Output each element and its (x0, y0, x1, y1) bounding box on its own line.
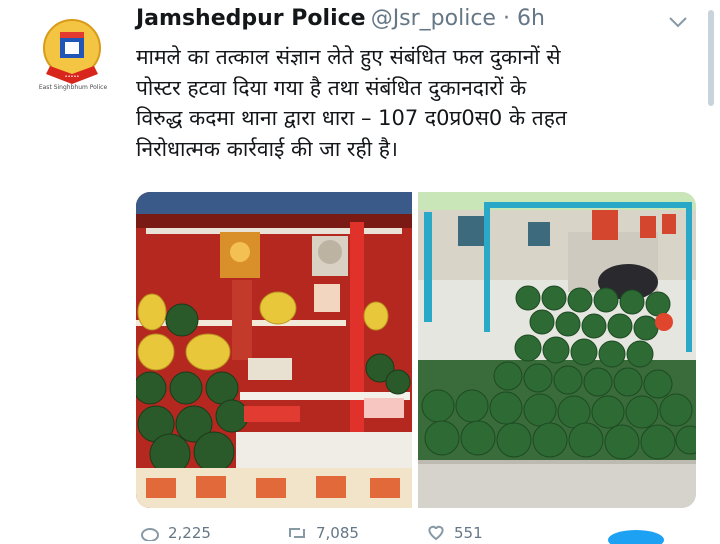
tweet-text-line: पोस्टर हटवा दिया गया है तथा संबंधित दुका… (136, 75, 527, 100)
tweet-header: Jamshedpur Police @Jsr_police · 6h (136, 6, 690, 38)
reply-count: 2,225 (168, 524, 211, 542)
share-icon (608, 530, 664, 544)
tweet-media (136, 192, 696, 508)
like-count: 551 (454, 524, 483, 542)
avatar-caption: East Singhbhum Police (38, 84, 108, 91)
reply-icon (141, 528, 159, 541)
retweet-icon (289, 528, 305, 538)
retweet-button[interactable]: 7,085 (286, 524, 359, 542)
tweet-actions: 2,225 7,085 551 (136, 524, 696, 544)
reply-button[interactable]: 2,225 (140, 524, 211, 542)
tweet-text: मामले का तत्काल संज्ञान लेते हुए संबंधित… (136, 42, 696, 164)
scrollbar[interactable] (708, 10, 714, 106)
tweet-text-line: मामले का तत्काल संज्ञान लेते हुए संबंधित… (136, 45, 561, 69)
heart-icon (428, 525, 444, 541)
tweet-text-line: निरोधात्मक कार्रवाई की जा रही है। (136, 136, 398, 161)
retweet-count: 7,085 (316, 524, 359, 542)
author-handle-and-time[interactable]: @Jsr_police · 6h (371, 6, 545, 31)
tweet-text-line: विरुद्ध कदमा थाना द्वारा धारा – 107 द0प्… (136, 106, 567, 130)
svg-text:•••••: ••••• (65, 74, 80, 80)
share-button[interactable] (606, 524, 666, 544)
photo-watermelon-pile-right[interactable] (418, 192, 696, 508)
chevron-down-icon[interactable] (668, 14, 688, 30)
author-name[interactable]: Jamshedpur Police (136, 6, 366, 31)
photo-fruit-stall-left[interactable] (136, 192, 412, 508)
like-button[interactable]: 551 (426, 524, 483, 542)
